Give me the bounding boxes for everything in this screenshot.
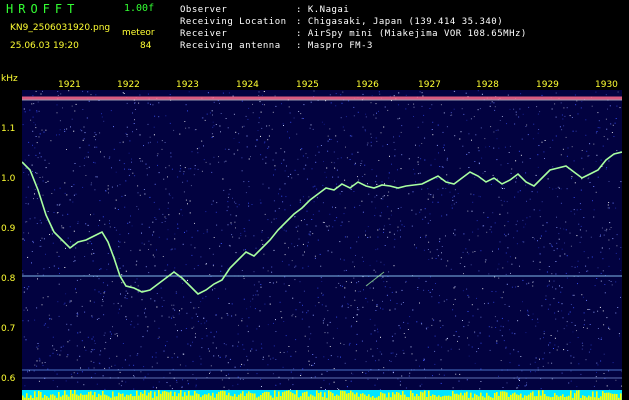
location-label: Receiving Location [180, 17, 287, 27]
receiver-label: Receiver [180, 29, 228, 39]
meteor-label: meteor [122, 28, 155, 38]
antenna-value: : Maspro FM-3 [296, 41, 373, 51]
spectrogram [22, 90, 622, 390]
y-tick-label: 1.0 [1, 174, 16, 184]
spectrogram-background [22, 90, 622, 390]
x-tick-label: 1921 [58, 80, 81, 90]
file-name: KN9_2506031920.png [10, 23, 111, 33]
x-tick-label: 1924 [236, 80, 259, 90]
header-panel: HROFFT 1.00f KN9_2506031920.png meteor 2… [0, 0, 629, 70]
app-title: HROFFT [6, 2, 80, 16]
x-tick-label: 1928 [476, 80, 499, 90]
y-tick-label: 0.7 [1, 324, 16, 334]
app-version: 1.00f [124, 3, 155, 14]
spectrogram-panel [22, 90, 622, 390]
antenna-label: Receiving antenna [180, 41, 281, 51]
x-tick-label: 1926 [356, 80, 379, 90]
observer-label: Observer [180, 5, 228, 15]
observer-value: : K.Nagai [296, 5, 350, 15]
y-tick-label: 0.9 [1, 224, 16, 234]
x-tick-label: 1930 [595, 80, 618, 90]
x-tick-label: 1929 [536, 80, 559, 90]
receiver-value: : AirSpy mini (Miakejima VOR 108.65MHz) [296, 29, 527, 39]
x-tick-label: 1922 [117, 80, 140, 90]
noise-level-bar [22, 390, 622, 400]
x-tick-label: 1925 [296, 80, 319, 90]
x-tick-label: 1927 [418, 80, 441, 90]
location-value: : Chigasaki, Japan (139.414 35.340) [296, 17, 504, 27]
y-axis-unit: kHz [1, 74, 18, 84]
y-tick-label: 0.8 [1, 274, 16, 284]
y-tick-label: 0.6 [1, 374, 16, 384]
x-tick-label: 1923 [176, 80, 199, 90]
y-tick-label: 1.1 [1, 124, 16, 134]
meteor-count: 84 [140, 41, 152, 51]
file-datetime: 25.06.03 19:20 [10, 41, 79, 51]
